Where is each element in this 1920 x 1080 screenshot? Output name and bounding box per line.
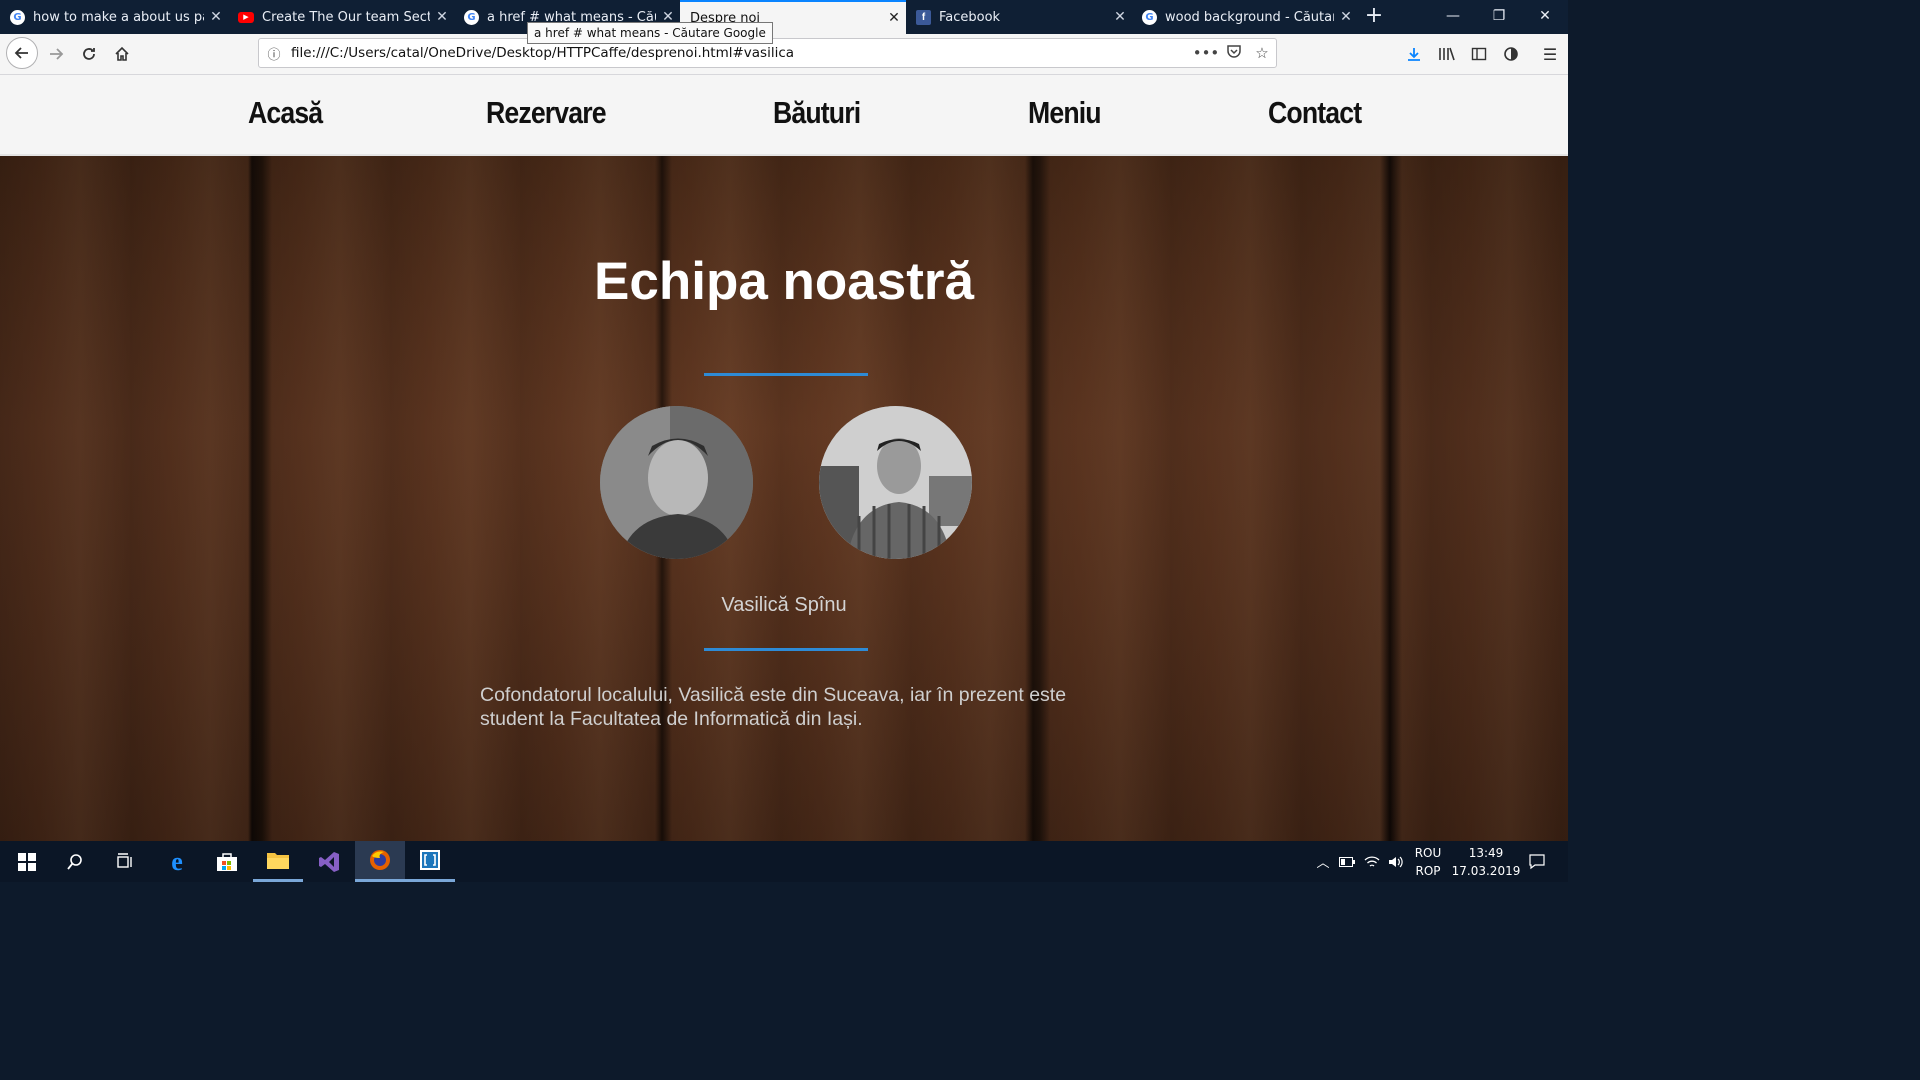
tab-tooltip: a href # what means - Căutare Google <box>527 22 773 44</box>
language-code: ROU <box>1414 846 1442 860</box>
google-icon: G <box>10 9 25 25</box>
tab-close-icon[interactable]: ✕ <box>204 9 228 25</box>
google-icon: G <box>464 9 479 25</box>
team-section-title: Echipa noastră <box>594 252 974 311</box>
task-view-icon <box>117 852 132 868</box>
download-arrow-icon <box>1408 48 1420 61</box>
task-view-button[interactable] <box>100 841 150 882</box>
youtube-icon: ▶ <box>238 11 254 23</box>
visual-studio-button[interactable] <box>304 841 354 882</box>
tab-wood-background[interactable]: G wood background - Căutare G ✕ <box>1132 0 1358 34</box>
forward-button[interactable] <box>40 38 72 70</box>
windows-logo-icon <box>18 852 36 871</box>
tab-close-icon[interactable]: ✕ <box>882 10 906 26</box>
bookmark-star-icon[interactable]: ☆ <box>1248 44 1276 62</box>
nav-link-contact[interactable]: Contact <box>1268 95 1362 131</box>
volume-icon[interactable] <box>1385 841 1407 882</box>
navigation-toolbar: ⓘ ••• ☆ ☰ <box>0 34 1568 75</box>
windows-taskbar: e ︿ ROU ROP 13:49 17.03.2019 <box>0 841 1568 882</box>
new-tab-button[interactable]: + <box>1360 0 1388 34</box>
store-bag-icon <box>217 852 237 871</box>
tab-close-icon[interactable]: ✕ <box>1108 9 1132 25</box>
battery-shape-icon <box>1339 856 1355 867</box>
search-button[interactable] <box>50 841 100 882</box>
system-clock[interactable]: 13:49 17.03.2019 <box>1448 844 1524 880</box>
member-photo-vasilica[interactable] <box>600 406 753 559</box>
firefox-button[interactable] <box>355 841 405 882</box>
tab-close-icon[interactable]: ✕ <box>430 9 454 25</box>
nav-link-bauturi[interactable]: Băuturi <box>773 95 861 131</box>
tracking-protection-icon[interactable] <box>1495 38 1527 70</box>
wifi-shape-icon <box>1364 855 1380 867</box>
tab-title: Create The Our team Section B <box>262 9 430 25</box>
portrait-image <box>600 406 753 559</box>
close-window-icon[interactable]: ✕ <box>1522 0 1568 34</box>
name-divider <box>704 648 868 651</box>
brackets-button[interactable] <box>405 841 455 882</box>
google-icon: G <box>1142 9 1157 25</box>
nav-link-rezervare[interactable]: Rezervare <box>486 95 607 131</box>
facebook-icon: f <box>916 9 931 25</box>
member-photo-second[interactable] <box>819 406 972 559</box>
home-button[interactable] <box>106 38 138 70</box>
library-icon[interactable] <box>1431 38 1463 70</box>
reload-button[interactable] <box>73 38 105 70</box>
wifi-icon[interactable] <box>1361 841 1383 882</box>
tab-facebook[interactable]: f Facebook ✕ <box>906 0 1132 34</box>
tab-create-our-team[interactable]: ▶ Create The Our team Section B ✕ <box>228 0 454 34</box>
folder-icon <box>267 853 289 869</box>
pocket-shape <box>1227 45 1241 58</box>
web-page: Acasă Rezervare Băuturi Meniu Contact Ec… <box>0 75 1568 841</box>
reload-icon <box>83 48 95 60</box>
brackets-icon <box>420 850 440 870</box>
portrait-image <box>819 406 972 559</box>
member-bio: Cofondatorul localului, Vasilică este di… <box>480 684 1067 730</box>
store-button[interactable] <box>202 841 252 882</box>
home-icon <box>115 46 129 61</box>
library-shelf-icon <box>1439 47 1455 61</box>
speaker-icon <box>1389 856 1403 867</box>
contrast-circle-icon <box>1504 47 1518 61</box>
firefox-icon <box>370 850 390 870</box>
site-navigation: Acasă Rezervare Băuturi Meniu Contact <box>0 75 1568 156</box>
tab-title: how to make a about us page <box>33 9 204 25</box>
notification-icon <box>1529 853 1545 869</box>
forward-arrow-icon <box>50 48 64 60</box>
sidebar-shape-icon <box>1471 47 1487 61</box>
downloads-icon[interactable] <box>1398 38 1430 70</box>
tab-strip: G how to make a about us page ✕ ▶ Create… <box>0 0 1568 34</box>
show-hidden-icons-chevron[interactable]: ︿ <box>1313 841 1333 882</box>
clock-time: 13:49 <box>1468 846 1504 860</box>
back-arrow-icon <box>14 47 28 59</box>
pocket-icon[interactable] <box>1220 43 1248 63</box>
tab-close-icon[interactable]: ✕ <box>1334 9 1358 25</box>
minimize-icon[interactable]: — <box>1430 0 1476 34</box>
action-center-icon[interactable] <box>1526 841 1548 882</box>
nav-link-meniu[interactable]: Meniu <box>1028 95 1102 131</box>
clock-date: 17.03.2019 <box>1451 864 1521 878</box>
url-input[interactable] <box>289 44 1192 62</box>
hamburger-menu-icon[interactable]: ☰ <box>1534 38 1566 70</box>
tab-title: wood background - Căutare G <box>1165 9 1334 25</box>
nav-link-acasa[interactable]: Acasă <box>248 95 323 131</box>
tab-title: Facebook <box>939 9 1001 25</box>
keyboard-layout-code: ROP <box>1415 864 1441 878</box>
member-name: Vasilică Spînu <box>721 594 847 616</box>
title-divider <box>704 373 868 376</box>
info-icon[interactable]: ⓘ <box>259 44 289 63</box>
restore-icon[interactable]: ❐ <box>1476 0 1522 34</box>
back-button[interactable] <box>6 37 38 69</box>
tab-how-to-make-about-us[interactable]: G how to make a about us page ✕ <box>0 0 228 34</box>
visual-studio-icon <box>319 851 339 872</box>
battery-icon[interactable] <box>1336 841 1358 882</box>
edge-icon[interactable]: e <box>152 841 202 882</box>
start-button[interactable] <box>2 841 52 882</box>
search-icon <box>67 853 82 870</box>
input-language-indicator[interactable]: ROU ROP <box>1408 844 1448 880</box>
sidebar-icon[interactable] <box>1463 38 1495 70</box>
page-actions-icon[interactable]: ••• <box>1192 44 1220 62</box>
file-explorer-button[interactable] <box>253 841 303 882</box>
